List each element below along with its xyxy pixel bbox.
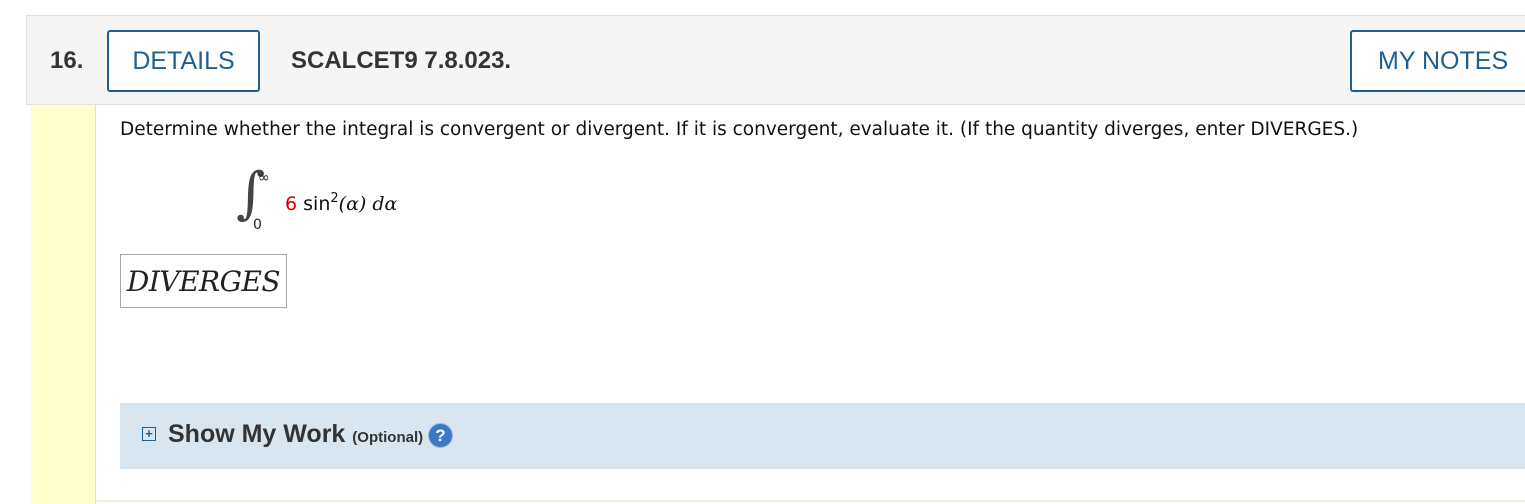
show-my-work-title[interactable]: Show My Work (Optional): [168, 420, 423, 449]
question-prompt: Determine whether the integral is conver…: [120, 119, 1359, 140]
content-bottom-border: [96, 500, 1525, 502]
integrand-power: 2: [330, 191, 339, 206]
side-strip: [31, 105, 96, 504]
my-notes-button[interactable]: MY NOTES: [1350, 30, 1525, 92]
integrand-differential: dα: [372, 193, 398, 215]
integral-expression: ∫ ∞ 0 6 sin2(α) dα: [236, 166, 436, 236]
help-question-icon[interactable]: ?: [428, 423, 453, 448]
details-button[interactable]: DETAILS: [107, 30, 260, 92]
integrand: 6 sin2(α) dα: [285, 191, 398, 215]
answer-field[interactable]: DIVERGES: [120, 254, 287, 308]
question-number: 16.: [50, 47, 84, 74]
show-my-work-label: Show My Work: [168, 420, 346, 448]
integrand-argument: (α): [338, 193, 367, 215]
integral-lower-limit: 0: [253, 217, 262, 233]
integrand-function: sin: [303, 193, 331, 215]
integral-upper-limit: ∞: [258, 170, 270, 186]
expand-plus-icon[interactable]: +: [142, 427, 156, 441]
question-code: SCALCET9 7.8.023.: [291, 47, 512, 74]
show-my-work-bar[interactable]: + Show My Work (Optional) ?: [120, 403, 1525, 469]
integrand-coefficient: 6: [285, 193, 298, 215]
optional-label: (Optional): [352, 429, 424, 446]
